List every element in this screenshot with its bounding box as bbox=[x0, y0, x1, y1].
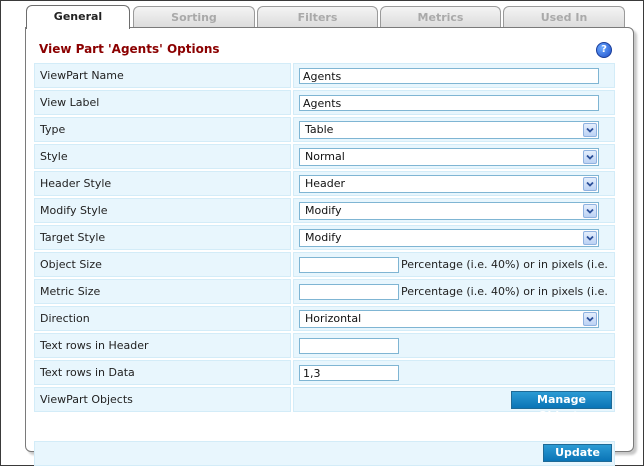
row-type: Type Table bbox=[34, 117, 615, 142]
chevron-down-icon[interactable] bbox=[583, 123, 597, 137]
manage-objects-button[interactable]: Manage Objects bbox=[511, 391, 612, 422]
header-style-cell: Header bbox=[293, 171, 615, 196]
tab-used-in[interactable]: Used In bbox=[503, 6, 625, 27]
target-style-cell: Modify bbox=[293, 225, 615, 250]
text-rows-header-input[interactable] bbox=[299, 338, 399, 354]
style-select-value: Normal bbox=[305, 150, 345, 163]
view-label-input[interactable]: Agents bbox=[299, 95, 599, 111]
row-modify-style: Modify Style Modify bbox=[34, 198, 615, 223]
viewpart-objects-cell: Manage Objects bbox=[293, 387, 615, 422]
style-label: Style bbox=[34, 144, 291, 169]
direction-cell: Horizontal bbox=[293, 306, 615, 331]
viewpart-name-label: ViewPart Name bbox=[34, 63, 291, 88]
text-rows-data-label: Text rows in Data bbox=[34, 360, 291, 385]
row-target-style: Target Style Modify bbox=[34, 225, 615, 250]
help-icon[interactable]: ? bbox=[596, 42, 612, 58]
modify-style-label: Modify Style bbox=[34, 198, 291, 223]
modify-style-cell: Modify bbox=[293, 198, 615, 223]
form-footer: Update bbox=[34, 441, 615, 466]
row-metric-size: Metric Size Percentage (i.e. 40%) or in … bbox=[34, 279, 615, 322]
direction-label: Direction bbox=[34, 306, 291, 331]
target-style-select[interactable]: Modify bbox=[299, 229, 599, 247]
chevron-down-icon[interactable] bbox=[583, 150, 597, 164]
row-view-label: View Label Agents bbox=[34, 90, 615, 115]
type-cell: Table bbox=[293, 117, 615, 142]
options-form: ViewPart Name Agents View Label Agents T… bbox=[34, 63, 615, 422]
tab-sorting[interactable]: Sorting bbox=[133, 6, 255, 27]
target-style-label: Target Style bbox=[34, 225, 291, 250]
options-panel: View Part 'Agents' Options ? ViewPart Na… bbox=[25, 27, 634, 466]
tab-filters[interactable]: Filters bbox=[257, 6, 378, 27]
direction-select[interactable]: Horizontal bbox=[299, 310, 599, 328]
view-label-label: View Label bbox=[34, 90, 291, 115]
type-select[interactable]: Table bbox=[299, 121, 599, 139]
tab-bar: General Sorting Filters Metrics Used In bbox=[0, 0, 644, 29]
chevron-down-icon[interactable] bbox=[583, 312, 597, 326]
viewpart-objects-label: ViewPart Objects bbox=[34, 387, 291, 412]
viewpart-name-cell: Agents bbox=[293, 63, 615, 88]
metric-size-cell: Percentage (i.e. 40%) or in pixels (i.e.… bbox=[293, 279, 615, 322]
chevron-down-icon[interactable] bbox=[583, 231, 597, 245]
style-select[interactable]: Normal bbox=[299, 148, 599, 166]
text-rows-data-input[interactable]: 1,3 bbox=[299, 365, 399, 381]
row-text-rows-data: Text rows in Data 1,3 bbox=[34, 360, 615, 385]
text-rows-header-label: Text rows in Header bbox=[34, 333, 291, 358]
modify-style-select-value: Modify bbox=[305, 204, 342, 217]
header-style-label: Header Style bbox=[34, 171, 291, 196]
direction-select-value: Horizontal bbox=[305, 312, 362, 325]
text-rows-data-cell: 1,3 bbox=[293, 360, 615, 385]
tab-general[interactable]: General bbox=[26, 5, 130, 29]
type-label: Type bbox=[34, 117, 291, 142]
target-style-select-value: Modify bbox=[305, 231, 342, 244]
header-style-select[interactable]: Header bbox=[299, 175, 599, 193]
chevron-down-icon[interactable] bbox=[583, 177, 597, 191]
row-object-size: Object Size Percentage (i.e. 40%) or in … bbox=[34, 252, 615, 295]
metric-size-label: Metric Size bbox=[34, 279, 291, 304]
text-rows-header-cell bbox=[293, 333, 615, 358]
object-size-label: Object Size bbox=[34, 252, 291, 277]
style-cell: Normal bbox=[293, 144, 615, 169]
type-select-value: Table bbox=[305, 123, 334, 136]
header-style-select-value: Header bbox=[305, 177, 346, 190]
viewpart-name-input[interactable]: Agents bbox=[299, 68, 599, 84]
view-label-cell: Agents bbox=[293, 90, 615, 115]
row-style: Style Normal bbox=[34, 144, 615, 169]
modify-style-select[interactable]: Modify bbox=[299, 202, 599, 220]
update-button[interactable]: Update bbox=[543, 444, 612, 462]
chevron-down-icon[interactable] bbox=[583, 204, 597, 218]
row-viewpart-name: ViewPart Name Agents bbox=[34, 63, 615, 88]
row-header-style: Header Style Header bbox=[34, 171, 615, 196]
row-direction: Direction Horizontal bbox=[34, 306, 615, 331]
panel-title: View Part 'Agents' Options bbox=[39, 42, 220, 56]
metric-size-input[interactable] bbox=[299, 284, 399, 300]
object-size-input[interactable] bbox=[299, 257, 399, 273]
tab-metrics[interactable]: Metrics bbox=[380, 6, 501, 27]
row-text-rows-header: Text rows in Header bbox=[34, 333, 615, 358]
row-viewpart-objects: ViewPart Objects Manage Objects bbox=[34, 387, 615, 422]
object-size-cell: Percentage (i.e. 40%) or in pixels (i.e.… bbox=[293, 252, 615, 295]
